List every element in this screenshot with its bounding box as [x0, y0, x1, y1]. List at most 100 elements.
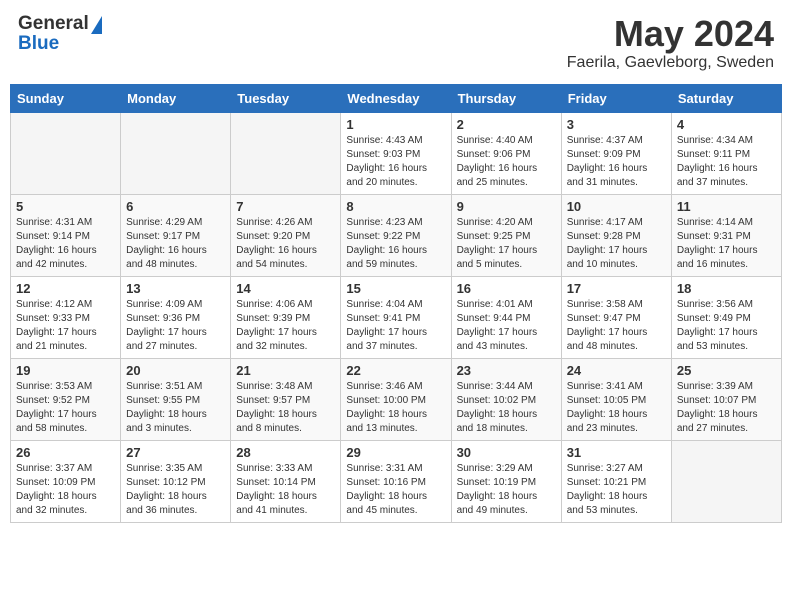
day-number: 9 — [457, 199, 556, 214]
calendar-cell — [671, 440, 781, 522]
calendar-cell: 21Sunrise: 3:48 AM Sunset: 9:57 PM Dayli… — [231, 358, 341, 440]
day-number: 5 — [16, 199, 115, 214]
calendar-week-3: 12Sunrise: 4:12 AM Sunset: 9:33 PM Dayli… — [11, 276, 782, 358]
calendar-cell: 15Sunrise: 4:04 AM Sunset: 9:41 PM Dayli… — [341, 276, 451, 358]
day-number: 4 — [677, 117, 776, 132]
day-info: Sunrise: 3:33 AM Sunset: 10:14 PM Daylig… — [236, 462, 335, 518]
col-wednesday: Wednesday — [341, 84, 451, 112]
calendar-cell: 13 Sunrise: 4:09 AM Sunset: 9:36 PM Dayli… — [121, 276, 231, 358]
day-number: 28 — [236, 445, 335, 460]
logo-text: General Blue — [18, 14, 102, 53]
calendar-cell: 14Sunrise: 4:06 AM Sunset: 9:39 PM Dayli… — [231, 276, 341, 358]
day-info: Sunrise: 4:09 AM Sunset: 9:36 PM Dayligh… — [126, 298, 225, 354]
logo: General Blue — [18, 14, 102, 53]
day-number: 2 — [457, 117, 556, 132]
calendar-cell: 26 Sunrise: 3:37 AM Sunset: 10:09 PM Dayl… — [11, 440, 121, 522]
day-info: Sunrise: 3:31 AM Sunset: 10:16 PM Daylig… — [346, 462, 445, 518]
day-number: 7 — [236, 199, 335, 214]
day-info: Sunrise: 3:39 AM Sunset: 10:07 PM Daylig… — [677, 380, 776, 436]
calendar-cell: 3 Sunrise: 4:37 AM Sunset: 9:09 PM Daylig… — [561, 112, 671, 194]
page-header: General Blue May 2024 Faerila, Gaevlebor… — [10, 10, 782, 76]
calendar-cell: 12Sunrise: 4:12 AM Sunset: 9:33 PM Dayli… — [11, 276, 121, 358]
day-info: Sunrise: 3:56 AM Sunset: 9:49 PM Dayligh… — [677, 298, 776, 354]
day-info: Sunrise: 4:37 AM Sunset: 9:09 PM Dayligh… — [567, 134, 666, 190]
day-info: Sunrise: 4:43 AM Sunset: 9:03 PM Dayligh… — [346, 134, 445, 190]
calendar-cell: 9 Sunrise: 4:20 AM Sunset: 9:25 PM Daylig… — [451, 194, 561, 276]
day-info: Sunrise: 3:51 AM Sunset: 9:55 PM Dayligh… — [126, 380, 225, 436]
day-number: 21 — [236, 363, 335, 378]
logo-blue: Blue — [18, 34, 102, 53]
day-info: Sunrise: 3:58 AM Sunset: 9:47 PM Dayligh… — [567, 298, 666, 354]
day-number: 8 — [346, 199, 445, 214]
day-info: Sunrise: 3:29 AM Sunset: 10:19 PM Daylig… — [457, 462, 556, 518]
day-number: 27 — [126, 445, 225, 460]
col-tuesday: Tuesday — [231, 84, 341, 112]
calendar-week-5: 26 Sunrise: 3:37 AM Sunset: 10:09 PM Dayl… — [11, 440, 782, 522]
calendar-subtitle: Faerila, Gaevleborg, Sweden — [567, 54, 774, 72]
calendar-table: Sunday Monday Tuesday Wednesday Thursday… — [10, 84, 782, 523]
day-info: Sunrise: 4:12 AM Sunset: 9:33 PM Dayligh… — [16, 298, 115, 354]
col-thursday: Thursday — [451, 84, 561, 112]
calendar-cell: 11 Sunrise: 4:14 AM Sunset: 9:31 PM Dayli… — [671, 194, 781, 276]
day-number: 20 — [126, 363, 225, 378]
day-number: 11 — [677, 199, 776, 214]
calendar-cell: 8 Sunrise: 4:23 AM Sunset: 9:22 PM Daylig… — [341, 194, 451, 276]
day-number: 23 — [457, 363, 556, 378]
day-info: Sunrise: 3:46 AM Sunset: 10:00 PM Daylig… — [346, 380, 445, 436]
calendar-cell: 10 Sunrise: 4:17 AM Sunset: 9:28 PM Dayli… — [561, 194, 671, 276]
calendar-cell: 6 Sunrise: 4:29 AM Sunset: 9:17 PM Daylig… — [121, 194, 231, 276]
day-number: 15 — [346, 281, 445, 296]
day-number: 6 — [126, 199, 225, 214]
day-number: 14 — [236, 281, 335, 296]
day-info: Sunrise: 3:27 AM Sunset: 10:21 PM Daylig… — [567, 462, 666, 518]
calendar-cell: 2 Sunrise: 4:40 AM Sunset: 9:06 PM Daylig… — [451, 112, 561, 194]
day-info: Sunrise: 4:14 AM Sunset: 9:31 PM Dayligh… — [677, 216, 776, 272]
calendar-cell: 4 Sunrise: 4:34 AM Sunset: 9:11 PM Daylig… — [671, 112, 781, 194]
day-number: 13 — [126, 281, 225, 296]
day-number: 19 — [16, 363, 115, 378]
day-number: 26 — [16, 445, 115, 460]
title-block: May 2024 Faerila, Gaevleborg, Sweden — [567, 14, 774, 72]
calendar-cell: 23 Sunrise: 3:44 AM Sunset: 10:02 PM Dayl… — [451, 358, 561, 440]
calendar-week-2: 5Sunrise: 4:31 AM Sunset: 9:14 PM Daylig… — [11, 194, 782, 276]
calendar-cell: 24Sunrise: 3:41 AM Sunset: 10:05 PM Dayl… — [561, 358, 671, 440]
calendar-cell: 25 Sunrise: 3:39 AM Sunset: 10:07 PM Dayl… — [671, 358, 781, 440]
calendar-cell: 1Sunrise: 4:43 AM Sunset: 9:03 PM Daylig… — [341, 112, 451, 194]
calendar-header-row: Sunday Monday Tuesday Wednesday Thursday… — [11, 84, 782, 112]
day-info: Sunrise: 4:26 AM Sunset: 9:20 PM Dayligh… — [236, 216, 335, 272]
day-info: Sunrise: 4:23 AM Sunset: 9:22 PM Dayligh… — [346, 216, 445, 272]
col-saturday: Saturday — [671, 84, 781, 112]
day-number: 31 — [567, 445, 666, 460]
calendar-cell: 16Sunrise: 4:01 AM Sunset: 9:44 PM Dayli… — [451, 276, 561, 358]
calendar-cell: 28 Sunrise: 3:33 AM Sunset: 10:14 PM Dayl… — [231, 440, 341, 522]
day-number: 10 — [567, 199, 666, 214]
day-info: Sunrise: 4:40 AM Sunset: 9:06 PM Dayligh… — [457, 134, 556, 190]
col-friday: Friday — [561, 84, 671, 112]
calendar-cell: 20 Sunrise: 3:51 AM Sunset: 9:55 PM Dayli… — [121, 358, 231, 440]
calendar-cell: 7 Sunrise: 4:26 AM Sunset: 9:20 PM Daylig… — [231, 194, 341, 276]
day-number: 3 — [567, 117, 666, 132]
calendar-cell: 31 Sunrise: 3:27 AM Sunset: 10:21 PM Dayl… — [561, 440, 671, 522]
day-info: Sunrise: 4:20 AM Sunset: 9:25 PM Dayligh… — [457, 216, 556, 272]
day-number: 25 — [677, 363, 776, 378]
day-number: 30 — [457, 445, 556, 460]
day-info: Sunrise: 4:34 AM Sunset: 9:11 PM Dayligh… — [677, 134, 776, 190]
calendar-cell — [11, 112, 121, 194]
day-info: Sunrise: 3:37 AM Sunset: 10:09 PM Daylig… — [16, 462, 115, 518]
calendar-cell: 18 Sunrise: 3:56 AM Sunset: 9:49 PM Dayli… — [671, 276, 781, 358]
col-monday: Monday — [121, 84, 231, 112]
day-info: Sunrise: 3:53 AM Sunset: 9:52 PM Dayligh… — [16, 380, 115, 436]
calendar-week-1: 1Sunrise: 4:43 AM Sunset: 9:03 PM Daylig… — [11, 112, 782, 194]
day-number: 18 — [677, 281, 776, 296]
logo-general: General — [18, 14, 102, 34]
calendar-cell — [231, 112, 341, 194]
calendar-cell: 29Sunrise: 3:31 AM Sunset: 10:16 PM Dayl… — [341, 440, 451, 522]
day-info: Sunrise: 3:35 AM Sunset: 10:12 PM Daylig… — [126, 462, 225, 518]
day-info: Sunrise: 4:29 AM Sunset: 9:17 PM Dayligh… — [126, 216, 225, 272]
day-info: Sunrise: 3:44 AM Sunset: 10:02 PM Daylig… — [457, 380, 556, 436]
calendar-title: May 2024 — [567, 14, 774, 54]
day-info: Sunrise: 4:17 AM Sunset: 9:28 PM Dayligh… — [567, 216, 666, 272]
day-number: 17 — [567, 281, 666, 296]
calendar-cell — [121, 112, 231, 194]
calendar-cell: 5Sunrise: 4:31 AM Sunset: 9:14 PM Daylig… — [11, 194, 121, 276]
